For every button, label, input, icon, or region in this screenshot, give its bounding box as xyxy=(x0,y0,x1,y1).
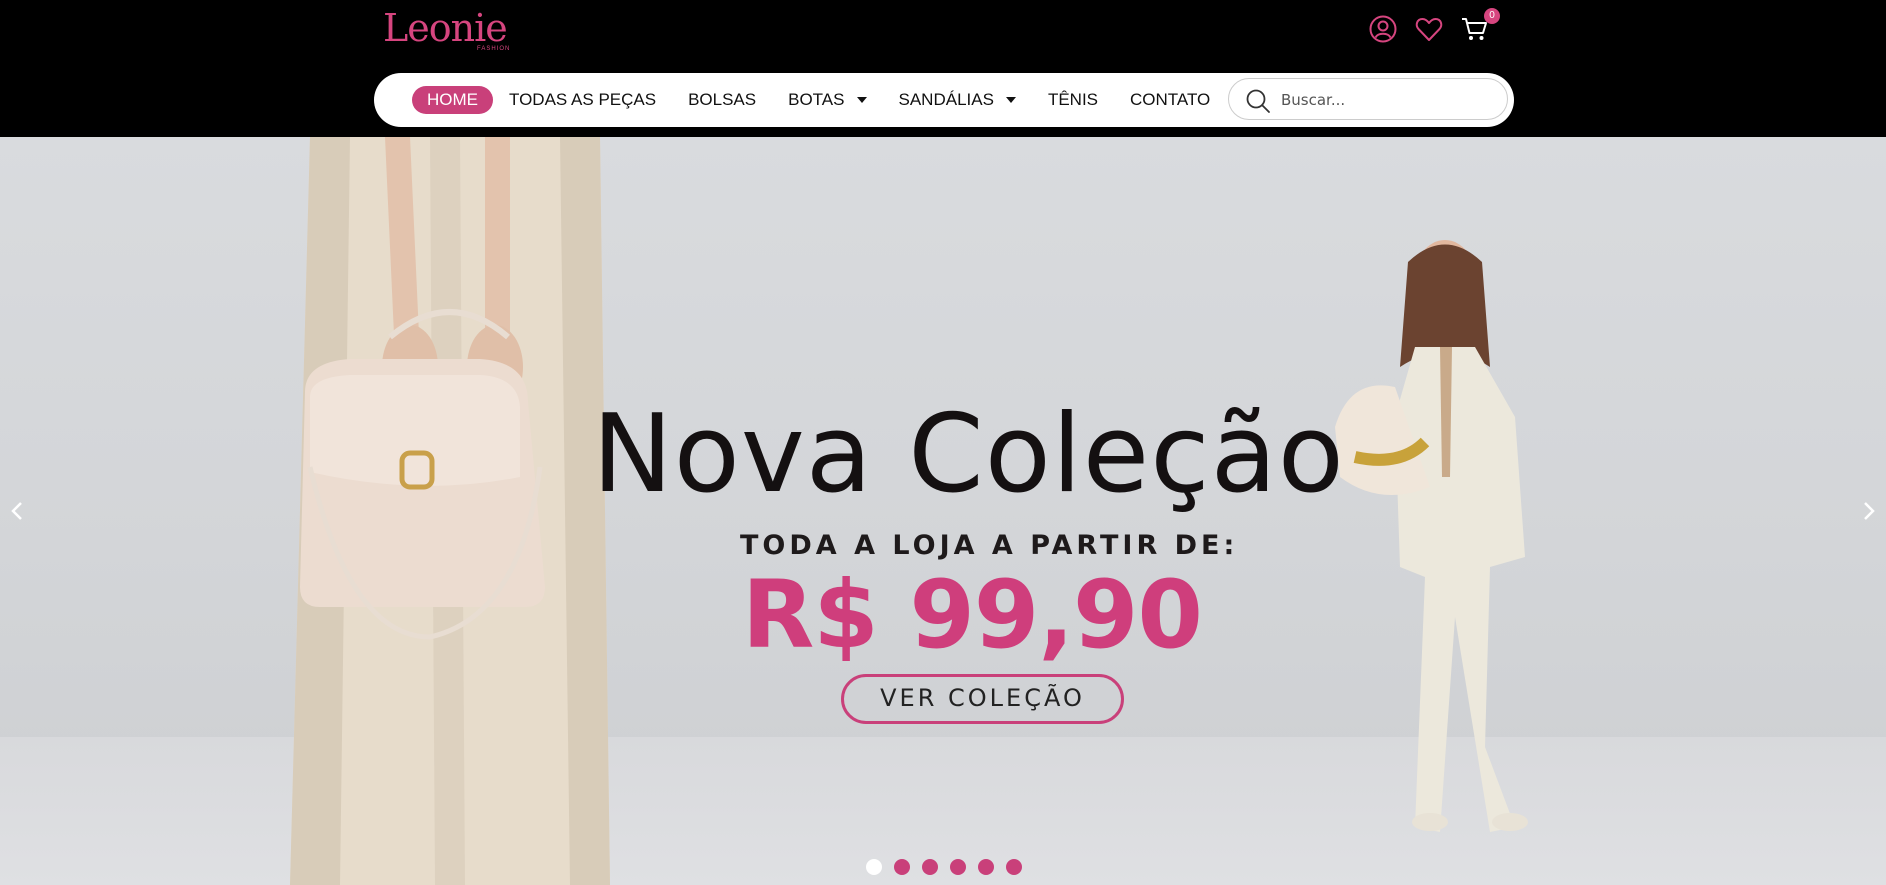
chevron-down-icon xyxy=(856,97,867,103)
hero-price: R$ 99,90 xyxy=(742,561,1203,670)
nav-item-botas[interactable]: BOTAS xyxy=(788,86,867,114)
slide-indicators xyxy=(866,859,1022,875)
nav-item-tenis[interactable]: TÊNIS xyxy=(1048,86,1098,114)
hero-subline: TODA A LOJA A PARTIR DE: xyxy=(740,530,1239,561)
brand-name: Leonie xyxy=(383,6,508,50)
top-bar: Leonie FASHION 0 HOME TODAS AS PEÇAS BOL… xyxy=(0,0,1886,137)
ver-colecao-button[interactable]: VER COLEÇÃO xyxy=(841,674,1124,724)
chevron-down-icon xyxy=(1005,97,1016,103)
nav-item-todas-as-pecas[interactable]: TODAS AS PEÇAS xyxy=(509,86,656,114)
model-with-sandal-image xyxy=(1335,240,1528,832)
search-input[interactable] xyxy=(1279,86,1493,114)
header-icons: 0 xyxy=(1368,8,1500,44)
model-with-handbag-image xyxy=(290,137,610,885)
main-nav: HOME TODAS AS PEÇAS BOLSAS BOTAS SANDÁLI… xyxy=(374,73,1514,127)
nav-item-sandalias[interactable]: SANDÁLIAS xyxy=(899,86,1016,114)
cart-count-badge: 0 xyxy=(1484,8,1500,24)
slide-dot-4[interactable] xyxy=(950,859,966,875)
nav-item-contato[interactable]: CONTATO xyxy=(1130,86,1210,114)
slide-dot-6[interactable] xyxy=(1006,859,1022,875)
nav-item-label: SANDÁLIAS xyxy=(898,90,994,109)
slide-dot-1[interactable] xyxy=(866,859,882,875)
brand-logo[interactable]: Leonie FASHION xyxy=(383,6,509,52)
search-icon[interactable] xyxy=(1245,88,1271,114)
hero-headline: Nova Coleção xyxy=(592,392,1345,517)
brand-sub: FASHION xyxy=(477,46,511,52)
prev-slide-arrow-icon[interactable] xyxy=(6,499,30,523)
hero-banner: Nova Coleção TODA A LOJA A PARTIR DE: R$… xyxy=(0,137,1886,885)
slide-dot-3[interactable] xyxy=(922,859,938,875)
nav-item-home[interactable]: HOME xyxy=(412,86,493,114)
slide-dot-2[interactable] xyxy=(894,859,910,875)
nav-item-label: BOTAS xyxy=(788,90,845,109)
slide-dot-5[interactable] xyxy=(978,859,994,875)
heart-icon[interactable] xyxy=(1414,14,1444,44)
user-icon[interactable] xyxy=(1368,14,1398,44)
next-slide-arrow-icon[interactable] xyxy=(1856,499,1880,523)
search-box xyxy=(1228,78,1508,120)
nav-item-bolsas[interactable]: BOLSAS xyxy=(688,86,756,114)
cart-icon[interactable]: 0 xyxy=(1460,8,1500,44)
